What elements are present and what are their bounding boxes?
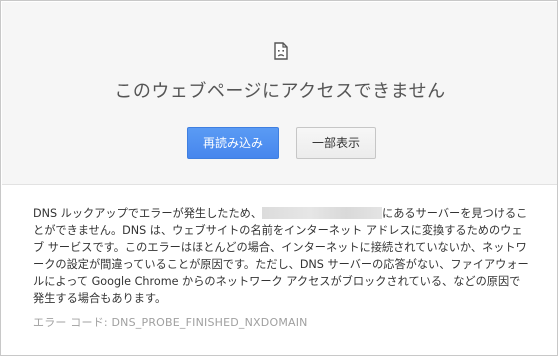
details-button[interactable]: 一部表示: [296, 127, 376, 159]
page-title: このウェブページにアクセスできません: [114, 81, 446, 102]
error-details: DNS ルックアップでエラーが発生したため、 にあるサーバーを見つけることができま…: [33, 205, 531, 307]
sad-page-icon: [274, 42, 288, 60]
error-code: エラー コード: DNS_PROBE_FINISHED_NXDOMAIN: [33, 316, 308, 329]
reload-button[interactable]: 再読み込み: [187, 127, 279, 159]
error-page: このウェブページにアクセスできません 再読み込み 一部表示 DNS ルックアップ…: [0, 0, 558, 356]
details-text-end: にあるサーバーを見つけることができません。DNS は、ウェブサイトの名前をインタ…: [33, 207, 529, 305]
details-text-start: DNS ルックアップでエラーが発生したため、: [33, 207, 263, 220]
redacted-hostname: [262, 207, 383, 219]
